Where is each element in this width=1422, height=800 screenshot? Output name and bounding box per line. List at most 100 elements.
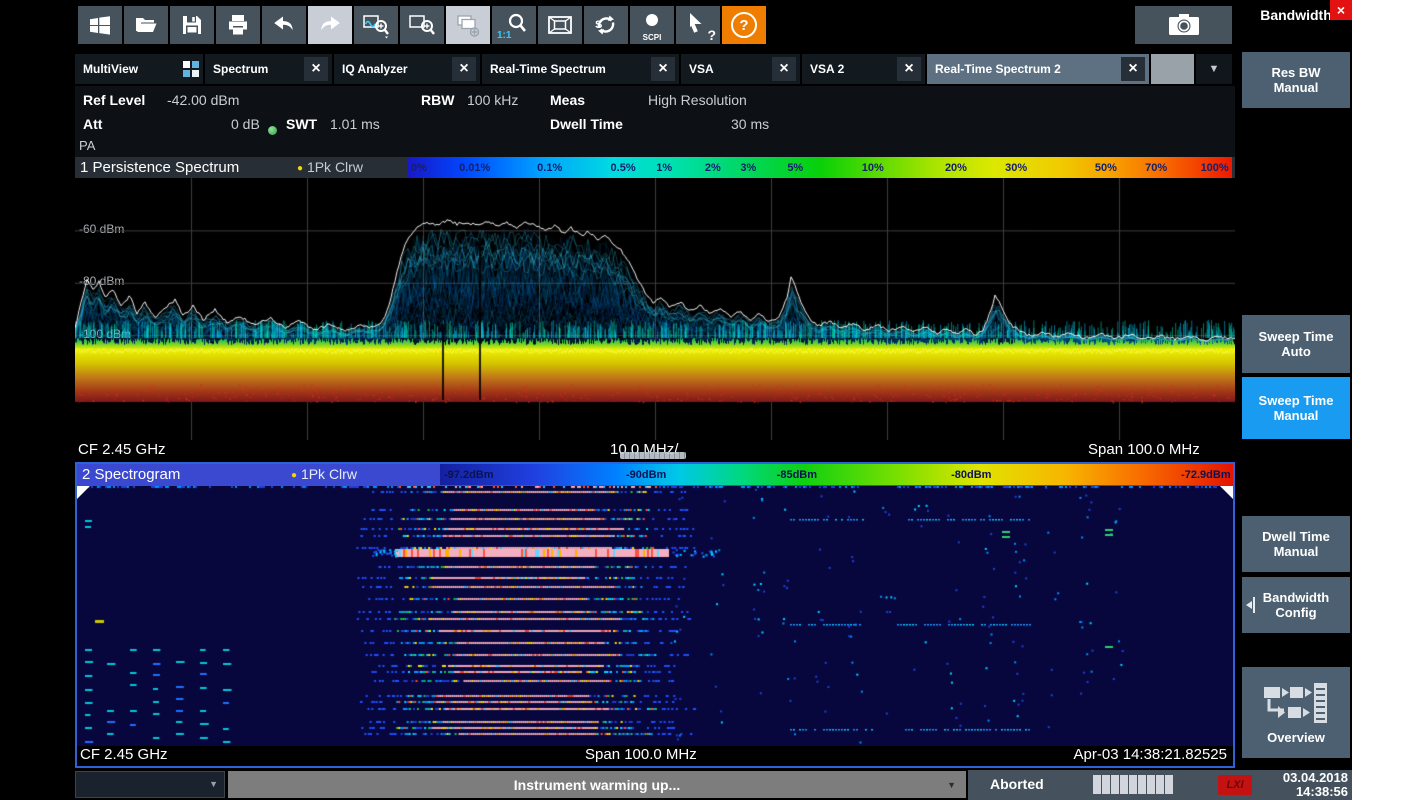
print-icon bbox=[225, 12, 251, 38]
scale-label: -85dBm bbox=[777, 464, 817, 485]
tab-close-icon[interactable]: × bbox=[651, 57, 675, 81]
tab-vsa[interactable]: VSA × bbox=[681, 54, 800, 84]
scpi-label: SCPI bbox=[630, 33, 674, 42]
close-menu-button[interactable]: × bbox=[1330, 0, 1352, 20]
tab-close-icon[interactable]: × bbox=[452, 57, 476, 81]
tab-real-time-spectrum[interactable]: Real-Time Spectrum × bbox=[482, 54, 679, 84]
persistence-plot[interactable]: -60 dBm -80 dBm -100 dBm bbox=[75, 178, 1235, 440]
ref-level-label: Ref Level bbox=[83, 92, 145, 108]
scpi-recorder-button[interactable]: SCPI bbox=[630, 6, 674, 44]
save-icon bbox=[179, 12, 205, 38]
scale-label: 30% bbox=[1005, 157, 1027, 178]
dwell-time-label: Dwell Time bbox=[550, 116, 623, 132]
softkey-bandwidth-config[interactable]: Bandwidth Config bbox=[1242, 577, 1350, 633]
zoom-button[interactable] bbox=[400, 6, 444, 44]
auto-refresh-button[interactable]: S bbox=[584, 6, 628, 44]
zoom-1to1-button[interactable]: 1:1 bbox=[492, 6, 536, 44]
tab-close-icon[interactable]: × bbox=[897, 57, 921, 81]
spectrogram-trace-legend: ● 1Pk Clrw bbox=[291, 464, 357, 486]
one-to-one-label: 1:1 bbox=[497, 30, 511, 41]
screenshot-button[interactable] bbox=[1135, 6, 1232, 44]
folder-open-icon bbox=[133, 12, 159, 38]
display-frame-button[interactable] bbox=[538, 6, 582, 44]
status-right-panel: Aborted LXI 03.04.2018 14:38:56 bbox=[968, 770, 1352, 800]
ref-level-value[interactable]: -42.00 dBm bbox=[167, 92, 239, 108]
status-message-bar[interactable]: Instrument warming up... ▼ bbox=[228, 771, 966, 798]
help-button[interactable]: ? bbox=[722, 6, 766, 44]
tab-close-icon[interactable]: × bbox=[1121, 57, 1145, 81]
softkey-dwell-time-manual[interactable]: Dwell Time Manual bbox=[1242, 516, 1350, 572]
print-button[interactable] bbox=[216, 6, 260, 44]
tab-real-time-spectrum-2[interactable]: Real-Time Spectrum 2 × bbox=[927, 54, 1149, 84]
scale-label: -90dBm bbox=[626, 464, 666, 485]
scale-label: 20% bbox=[945, 157, 967, 178]
undo-button[interactable] bbox=[262, 6, 306, 44]
tab-close-icon[interactable]: × bbox=[772, 57, 796, 81]
context-help-button[interactable]: ? bbox=[676, 6, 720, 44]
time-readout: 14:38:56 bbox=[1296, 784, 1348, 799]
rbw-value[interactable]: 100 kHz bbox=[467, 92, 518, 108]
softkey-overview[interactable]: Overview bbox=[1242, 667, 1350, 758]
tab-label: VSA 2 bbox=[810, 62, 844, 76]
meas-value[interactable]: High Resolution bbox=[648, 92, 747, 108]
spectrogram-window: 2 Spectrogram ● 1Pk Clrw -97.2dBm -90dBm… bbox=[75, 462, 1235, 768]
scale-label: -97.2dBm bbox=[444, 464, 494, 485]
scale-label: 0.01% bbox=[459, 157, 490, 178]
swt-value[interactable]: 1.01 ms bbox=[330, 116, 380, 132]
meas-label: Meas bbox=[550, 92, 585, 108]
save-button[interactable] bbox=[170, 6, 214, 44]
redo-button[interactable] bbox=[308, 6, 352, 44]
scale-label: 0% bbox=[411, 157, 427, 178]
opens-dialog-icon bbox=[1246, 597, 1256, 613]
persistence-plot-canvas[interactable] bbox=[75, 178, 1235, 440]
persistence-window-title: 1 Persistence Spectrum bbox=[80, 157, 239, 178]
zoom-selection-button[interactable] bbox=[354, 6, 398, 44]
scale-label: -72.9dBm bbox=[1181, 464, 1231, 485]
persistence-cf-readout: CF 2.45 GHz bbox=[78, 441, 166, 458]
tab-list-dropdown[interactable]: ▼ bbox=[1196, 54, 1232, 84]
tab-multiview[interactable]: MultiView bbox=[75, 54, 203, 84]
tab-label: MultiView bbox=[83, 62, 138, 76]
sync-s-label: S bbox=[595, 19, 602, 31]
spectrogram-timestamp: Apr-03 14:38:21.82525 bbox=[1074, 746, 1227, 763]
scale-label: 10% bbox=[862, 157, 884, 178]
dwell-time-value[interactable]: 30 ms bbox=[731, 116, 769, 132]
spectrogram-window-title: 2 Spectrogram bbox=[82, 464, 180, 485]
softkey-sweep-time-auto[interactable]: Sweep Time Auto bbox=[1242, 315, 1350, 373]
camera-icon bbox=[1164, 11, 1204, 39]
settings-header: Ref Level -42.00 dBm RBW 100 kHz Meas Hi… bbox=[75, 86, 1235, 157]
date-readout: 03.04.2018 bbox=[1283, 770, 1348, 785]
tab-label: Real-Time Spectrum 2 bbox=[935, 62, 1061, 76]
help-icon: ? bbox=[731, 12, 757, 38]
persistence-window-titlebar[interactable]: 1 Persistence Spectrum ● 1Pk Clrw 0% 0.0… bbox=[75, 157, 1235, 178]
scale-label: 2% bbox=[705, 157, 721, 178]
status-bar: ▼ Instrument warming up... ▼ Aborted LXI… bbox=[75, 770, 1352, 800]
zoom-icon bbox=[408, 11, 436, 39]
status-message: Instrument warming up... bbox=[514, 777, 680, 793]
pa-indicator: PA bbox=[79, 138, 95, 153]
sweep-state-label: Aborted bbox=[990, 776, 1044, 792]
window-focus-corner-icon bbox=[1220, 486, 1233, 499]
windows-menu-button[interactable] bbox=[78, 6, 122, 44]
tab-spectrum[interactable]: Spectrum × bbox=[205, 54, 332, 84]
tab-iq-analyzer[interactable]: IQ Analyzer × bbox=[334, 54, 480, 84]
spectrogram-window-titlebar[interactable]: 2 Spectrogram ● 1Pk Clrw -97.2dBm -90dBm… bbox=[77, 464, 1233, 486]
tab-close-icon[interactable]: × bbox=[304, 57, 328, 81]
spectrogram-plot-canvas[interactable] bbox=[77, 486, 1233, 746]
scale-label: 100% bbox=[1201, 157, 1229, 178]
swt-label: SWT bbox=[286, 116, 317, 132]
tab-vsa-2[interactable]: VSA 2 × bbox=[802, 54, 925, 84]
scale-label: 5% bbox=[787, 157, 803, 178]
record-circle-icon bbox=[639, 11, 665, 29]
att-value[interactable]: 0 dB bbox=[231, 116, 260, 132]
tab-spare-area bbox=[1151, 54, 1194, 84]
new-window-button[interactable] bbox=[446, 6, 490, 44]
softkey-sweep-time-manual[interactable]: Sweep Time Manual bbox=[1242, 377, 1350, 439]
scrollbar-thumb[interactable] bbox=[620, 452, 686, 459]
scale-label: 3% bbox=[740, 157, 756, 178]
tab-label: Spectrum bbox=[213, 62, 268, 76]
status-left-dropdown[interactable]: ▼ bbox=[75, 771, 225, 798]
spectrogram-cf-readout: CF 2.45 GHz bbox=[80, 746, 168, 763]
open-button[interactable] bbox=[124, 6, 168, 44]
softkey-res-bw-manual[interactable]: Res BW Manual bbox=[1242, 52, 1350, 108]
